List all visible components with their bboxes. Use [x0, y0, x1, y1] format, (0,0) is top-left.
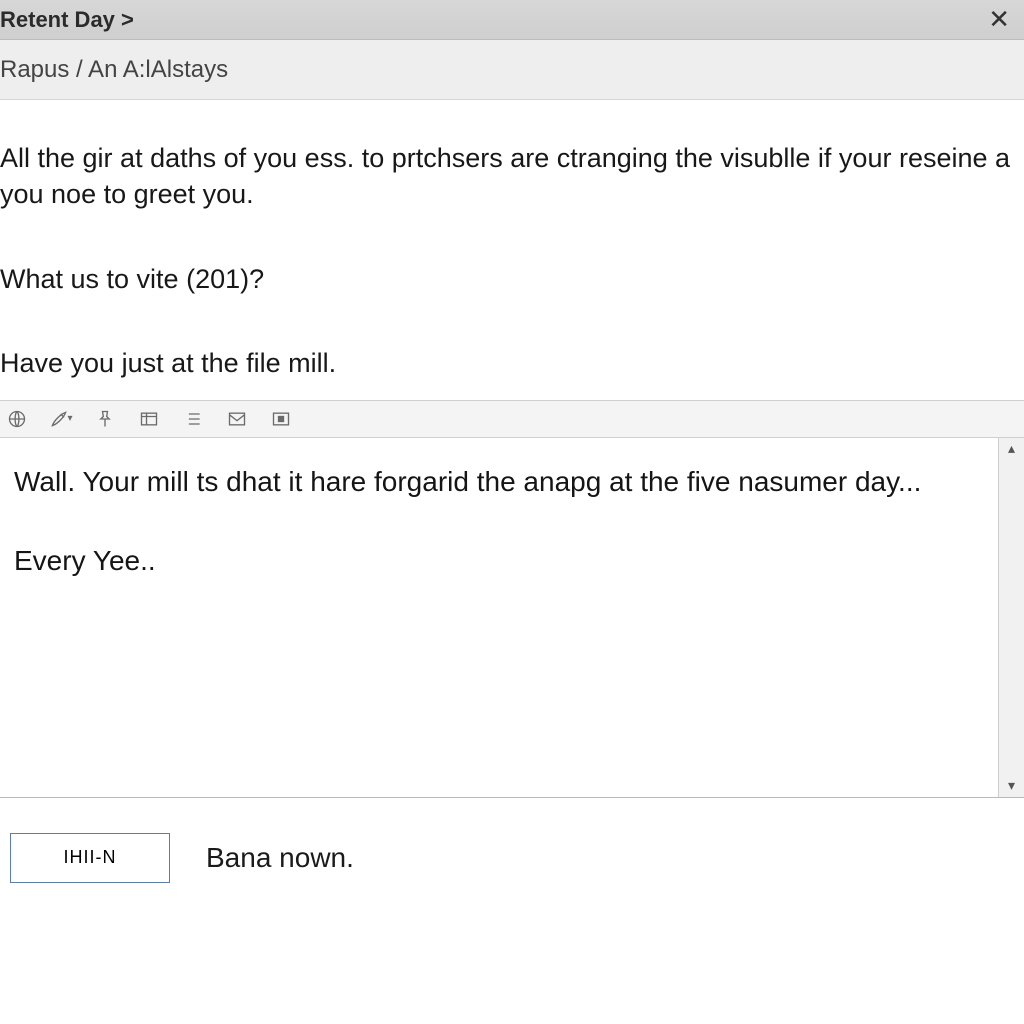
breadcrumb: Rapus / An A:lAlstays	[0, 56, 228, 84]
breadcrumb-bar: Rapus / An A:lAlstays	[0, 40, 1024, 100]
scroll-up-icon[interactable]: ▴	[999, 438, 1024, 460]
window-title: Retent Day >	[0, 7, 980, 33]
vertical-scrollbar[interactable]: ▴ ▾	[998, 438, 1024, 797]
dialog-footer: IHII-N Bana nown.	[0, 798, 1024, 918]
editor-textarea[interactable]: Wall. Your mill ts dhat it hare forgarid…	[0, 438, 998, 797]
body-paragraph-3: Have you just at the file mill.	[0, 345, 1024, 381]
titlebar: Retent Day > ✕	[0, 0, 1024, 40]
message-body: All the gir at daths of you ess. to prtc…	[0, 100, 1024, 1024]
body-paragraph-2: What us to vite (201)?	[0, 261, 1024, 297]
stop-icon[interactable]	[268, 406, 294, 432]
editor-line-1: Wall. Your mill ts dhat it hare forgarid…	[14, 460, 984, 503]
editor-pane: Wall. Your mill ts dhat it hare forgarid…	[0, 438, 1024, 798]
pin-icon[interactable]	[92, 406, 118, 432]
scroll-down-icon[interactable]: ▾	[999, 775, 1024, 797]
footer-text: Bana nown.	[206, 839, 354, 877]
list-icon[interactable]	[180, 406, 206, 432]
brush-icon[interactable]: ▾	[48, 406, 74, 432]
primary-button[interactable]: IHII-N	[10, 833, 170, 883]
layout-icon[interactable]	[136, 406, 162, 432]
editor-toolbar: ▾	[0, 400, 1024, 438]
dialog-window: Retent Day > ✕ Rapus / An A:lAlstays All…	[0, 0, 1024, 1024]
mail-icon[interactable]	[224, 406, 250, 432]
globe-icon[interactable]	[4, 406, 30, 432]
editor-line-2: Every Yee..	[14, 539, 984, 582]
close-icon[interactable]: ✕	[980, 4, 1018, 35]
body-paragraph-1: All the gir at daths of you ess. to prtc…	[0, 140, 1024, 213]
